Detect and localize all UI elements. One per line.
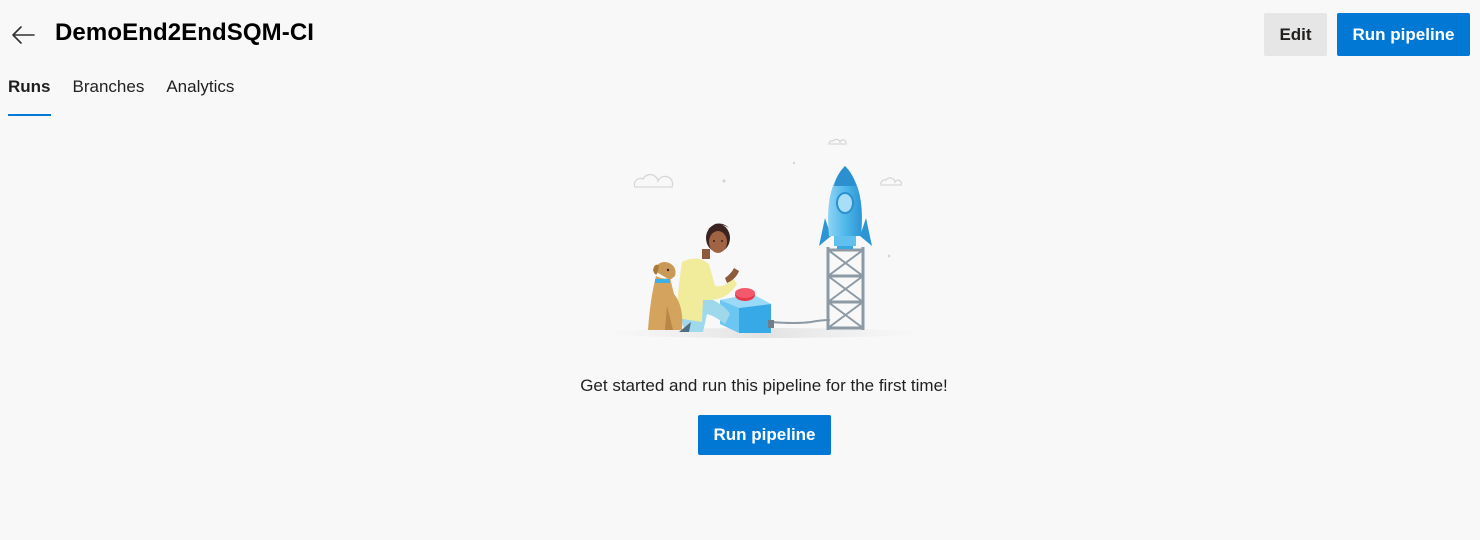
tab-bar: Runs Branches Analytics <box>8 76 234 116</box>
rocket-icon <box>819 166 872 249</box>
tab-runs[interactable]: Runs <box>8 76 51 116</box>
tab-branches[interactable]: Branches <box>73 76 145 116</box>
dog-figure <box>648 262 683 330</box>
cloud-icon <box>633 138 902 188</box>
page-title: DemoEnd2EndSQM-CI <box>55 19 315 46</box>
empty-state-message: Get started and run this pipeline for th… <box>580 376 948 395</box>
run-pipeline-button[interactable]: Run pipeline <box>698 415 831 455</box>
pipeline-page: DemoEnd2EndSQM-CI Edit Run pipeline Runs… <box>0 0 1480 540</box>
launch-tower <box>826 247 865 330</box>
launch-box <box>720 288 831 333</box>
run-pipeline-button-header[interactable]: Run pipeline <box>1337 13 1470 56</box>
edit-button[interactable]: Edit <box>1264 13 1327 56</box>
arrow-left-icon <box>12 26 35 44</box>
tab-analytics[interactable]: Analytics <box>166 76 234 116</box>
back-button[interactable] <box>6 18 40 52</box>
rocket-launch-illustration <box>603 138 923 338</box>
